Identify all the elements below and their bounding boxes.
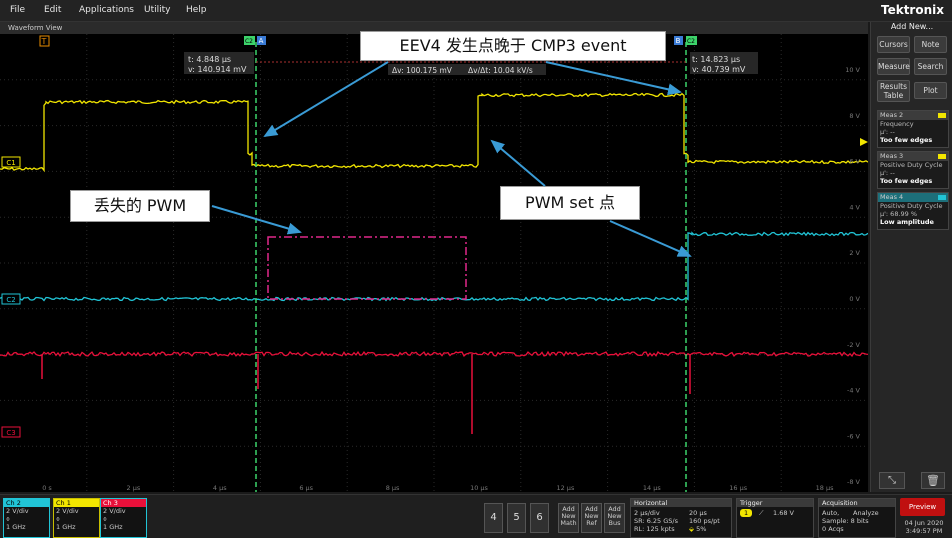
trigger-edge-icon: ⟋ <box>759 509 764 517</box>
channel-5-button[interactable]: 5 <box>507 503 526 533</box>
meas-mean: µ': 68.99 % <box>880 210 918 218</box>
note-button[interactable]: Note <box>914 36 947 53</box>
trigger-level: 1.68 V <box>773 509 794 517</box>
search-button[interactable]: Search <box>914 58 947 75</box>
bottom-settings-bar: Ch 2 2 V/div ⌽ 1 GHz Ch 1 2 V/div ⌽ 1 GH… <box>0 494 952 538</box>
arrow-pwm-set-right <box>609 220 692 257</box>
trigger-source: 1 <box>740 509 753 517</box>
time: 3:49:57 PM <box>905 527 943 535</box>
ch-probe-icon: ⌽ <box>56 515 60 523</box>
trigger-badge[interactable]: Trigger 1 ⟋ 1.68 V <box>736 498 814 538</box>
meas-status: Too few edges <box>880 177 933 185</box>
time-per-point: 160 ps/pt <box>689 517 720 525</box>
ch-probe-icon: ⌽ <box>103 515 107 523</box>
acq-analyze: Analyze <box>853 509 879 517</box>
meas-title: Meas 3 <box>880 152 904 160</box>
position-percent-value: 5% <box>696 525 707 533</box>
arrow-eev4-right <box>545 61 682 96</box>
date: 04 Jun 2020 <box>904 519 944 527</box>
ch-vdiv: 2 V/div <box>103 507 126 515</box>
ch-label: Ch 3 <box>101 499 146 507</box>
ch-probe-icon: ⌽ <box>6 515 10 523</box>
channel-6-button[interactable]: 6 <box>530 503 549 533</box>
ch-vdiv: 2 V/div <box>6 507 29 515</box>
acq-count: 0 Acqs <box>822 525 844 533</box>
add-label: Bus <box>608 519 621 527</box>
meas-name: Positive Duty Cycle <box>880 161 943 169</box>
ch2-badge[interactable]: Ch 2 2 V/div ⌽ 1 GHz <box>3 498 50 538</box>
acq-mode: Auto, <box>822 509 840 517</box>
trash-icon[interactable]: 🗑 <box>921 472 945 489</box>
position-percent: ⬙ 5% <box>689 525 706 533</box>
horizontal-badge[interactable]: Horizontal 2 µs/div SR: 6.25 GS/s RL: 12… <box>630 498 732 538</box>
ch-bw: 1 GHz <box>103 523 123 531</box>
add-label: Ref <box>586 519 597 527</box>
acquisition-badge[interactable]: Acquisition Auto, Analyze Sample: 8 bits… <box>818 498 896 538</box>
horizontal-scale: 2 µs/div <box>634 509 660 517</box>
meas-name: Positive Duty Cycle <box>880 202 943 210</box>
zoom-icon[interactable]: ⤡ <box>879 472 905 489</box>
channel-swatch <box>938 195 946 200</box>
meas-status: Low amplitude <box>880 218 934 226</box>
ch-vdiv: 2 V/div <box>56 507 79 515</box>
results-table-button[interactable]: Results Table <box>877 80 910 102</box>
ch1-badge[interactable]: Ch 1 2 V/div ⌽ 1 GHz <box>53 498 100 538</box>
trigger-title: Trigger <box>737 499 813 507</box>
ch-bw: 1 GHz <box>56 523 76 531</box>
add-label: Math <box>560 519 577 527</box>
arrow-eev4-left <box>263 61 389 138</box>
acq-sample: Sample: 8 bits <box>822 517 869 525</box>
record-length: RL: 125 kpts <box>634 525 675 533</box>
meas-mean: µ': -- <box>880 169 895 177</box>
channel-swatch <box>938 113 946 118</box>
ch-bw: 1 GHz <box>6 523 26 531</box>
add-bus-button[interactable]: Add New Bus <box>604 503 625 533</box>
date-time: 04 Jun 2020 3:49:57 PM <box>900 519 948 535</box>
record-duration: 20 µs <box>689 509 707 517</box>
horizontal-title: Horizontal <box>631 499 731 507</box>
preview-button[interactable]: Preview <box>900 498 945 516</box>
cursors-button[interactable]: Cursors <box>877 36 910 53</box>
ch-label: Ch 2 <box>4 499 49 507</box>
meas-3-badge[interactable]: Meas 3 Positive Duty Cycle µ': -- Too fe… <box>877 151 949 189</box>
channel-4-button[interactable]: 4 <box>484 503 503 533</box>
channel-swatch <box>938 154 946 159</box>
acquisition-title: Acquisition <box>819 499 895 507</box>
meas-status: Too few edges <box>880 136 933 144</box>
add-new-label: Add New... <box>890 22 934 31</box>
ch-label: Ch 1 <box>54 499 99 507</box>
meas-title: Meas 4 <box>880 193 904 201</box>
meas-2-badge[interactable]: Meas 2 Frequency µ': -- Too few edges <box>877 110 949 148</box>
meas-4-badge[interactable]: Meas 4 Positive Duty Cycle µ': 68.99 % L… <box>877 192 949 230</box>
plot-button[interactable]: Plot <box>914 82 947 99</box>
ch3-badge[interactable]: Ch 3 2 V/div ⌽ 1 GHz <box>100 498 147 538</box>
meas-mean: µ': -- <box>880 128 895 136</box>
sample-rate: SR: 6.25 GS/s <box>634 517 678 525</box>
right-panel: Add New... Cursors Note Measure Search R… <box>870 22 952 492</box>
add-ref-button[interactable]: Add New Ref <box>581 503 602 533</box>
annotation-arrows <box>211 61 692 257</box>
meas-name: Frequency <box>880 120 914 128</box>
meas-title: Meas 2 <box>880 111 904 119</box>
arrow-pwm-set-left <box>490 139 546 187</box>
measure-button[interactable]: Measure <box>877 58 910 75</box>
arrow-lost-pwm <box>211 205 302 235</box>
add-math-button[interactable]: Add New Math <box>558 503 579 533</box>
